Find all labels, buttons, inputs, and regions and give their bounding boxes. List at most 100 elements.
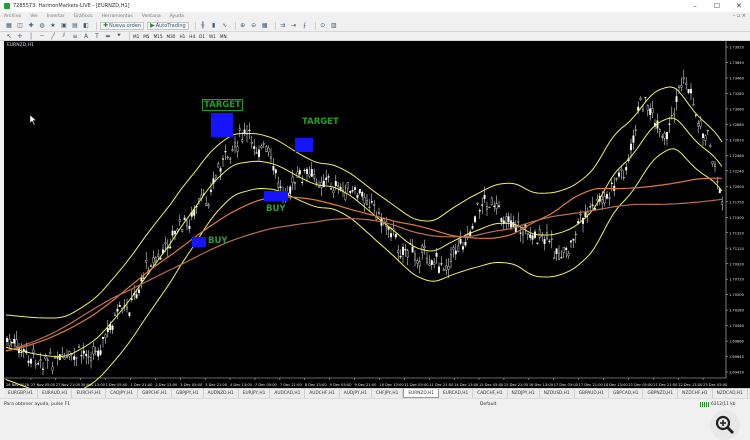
candle-body bbox=[630, 143, 632, 151]
menu-herramientas[interactable]: Herramientas bbox=[101, 14, 132, 19]
menu-graficos[interactable]: Gráficos bbox=[74, 14, 93, 19]
time-tick-label: 15 Dec 21:00 bbox=[504, 383, 529, 387]
menu-ayuda[interactable]: Ayuda bbox=[170, 14, 184, 19]
minimize-icon[interactable]: – bbox=[684, 0, 706, 12]
chart-window[interactable]: 1.73920 1.73640 1.73460 1.73280 1.73080 1.728… bbox=[4, 41, 750, 440]
chart-tab-gbpaud-h1[interactable]: GBPAUD,H1 bbox=[575, 389, 610, 398]
menu-ver[interactable]: Ver bbox=[30, 14, 38, 19]
strategy-tester-icon[interactable]: ▤ bbox=[71, 22, 79, 30]
price-chart[interactable]: 1.73920 1.73640 1.73460 1.73280 1.73080 1.728… bbox=[4, 41, 750, 388]
chart-tab-eurgbp-h1[interactable]: EURGBP,H1 bbox=[4, 389, 39, 398]
shapes-dropdown-icon[interactable]: ⯆ bbox=[115, 32, 123, 40]
chart-tab-nzdusd-h1[interactable]: NZDUSD,H1 bbox=[540, 389, 575, 398]
candle-body bbox=[625, 167, 628, 171]
chart-tab-gbpchf-h1[interactable]: GBPCHF,H1 bbox=[138, 389, 172, 398]
candle-body bbox=[178, 219, 181, 222]
chart-tab-gbpnzd-h1[interactable]: GBPNZD,H1 bbox=[643, 389, 679, 398]
line-chart-icon[interactable]: ∿ bbox=[221, 22, 229, 30]
data-window-icon[interactable]: ◍ bbox=[38, 22, 46, 30]
text-tool-icon[interactable]: A bbox=[82, 32, 90, 40]
timeframe-m5[interactable]: M5 bbox=[143, 34, 149, 39]
new-order-button[interactable]: ✚ Nueva orden bbox=[100, 21, 145, 30]
candle-body bbox=[54, 357, 56, 359]
price-tick-label: 1.71750 bbox=[729, 200, 745, 204]
candle-body bbox=[711, 161, 714, 164]
timeframe-m1[interactable]: M1 bbox=[133, 34, 139, 39]
candle-body bbox=[428, 263, 431, 266]
candle-body bbox=[394, 233, 397, 238]
candle-body bbox=[601, 199, 604, 204]
timeframe-h1[interactable]: H1 bbox=[179, 34, 185, 39]
chart-tab-audcad-h1[interactable]: AUDCAD,H1 bbox=[270, 389, 306, 398]
maximize-icon[interactable]: ☐ bbox=[706, 0, 728, 12]
candle-body bbox=[82, 350, 85, 354]
chart-tab-audjpy-h1[interactable]: AUDJPY,H1 bbox=[340, 389, 372, 398]
chart-tab-eurchf-h1[interactable]: EURCHF,H1 bbox=[72, 389, 107, 398]
chart-tab-chfjpy-h1[interactable]: CHFJPY,H1 bbox=[372, 389, 404, 398]
chart-tab-audchf-h1[interactable]: AUDCHF,H1 bbox=[305, 389, 340, 398]
timeframe-m15[interactable]: M15 bbox=[154, 34, 163, 39]
timeframe-d1[interactable]: D1 bbox=[199, 34, 205, 39]
zoom-out-icon[interactable]: ⊖ bbox=[250, 22, 258, 30]
arrows-icon[interactable]: ⬌ bbox=[104, 32, 112, 40]
candle-body bbox=[130, 298, 133, 300]
candle-body bbox=[80, 355, 83, 357]
menu-insertar[interactable]: Insertar bbox=[47, 14, 65, 19]
bar-chart-icon[interactable]: ╫ bbox=[199, 22, 207, 30]
candle-body bbox=[373, 204, 376, 206]
horizontal-line-icon[interactable]: ─ bbox=[38, 32, 46, 40]
signal-marker-3 bbox=[192, 237, 206, 247]
chart-shift-icon[interactable]: ⇥ bbox=[290, 22, 298, 30]
candle-body bbox=[579, 213, 582, 216]
cursor-icon[interactable]: ↖ bbox=[5, 32, 13, 40]
crosshair-icon[interactable]: ✛ bbox=[16, 32, 24, 40]
navigator-icon[interactable]: ★ bbox=[49, 22, 57, 30]
time-tick-label: 22 Dec 13:00 bbox=[678, 383, 703, 387]
menu-archivo[interactable]: Archivo bbox=[4, 14, 21, 19]
chart-tab-euraud-h1[interactable]: EURAUD,H1 bbox=[38, 389, 73, 398]
market-watch-icon[interactable]: ✚ bbox=[27, 22, 35, 30]
timeframe-w1[interactable]: W1 bbox=[209, 34, 216, 39]
chart-tab-gbpjpy-h1[interactable]: GBPJPY,H1 bbox=[172, 389, 204, 398]
candlesticks-icon[interactable]: ▮ bbox=[210, 22, 218, 30]
vertical-line-icon[interactable]: │ bbox=[27, 32, 35, 40]
chart-tab-eurcad-h1[interactable]: EURCAD,H1 bbox=[439, 389, 474, 398]
timeframe-m30[interactable]: M30 bbox=[167, 34, 176, 39]
profiles-icon[interactable]: ◫ bbox=[16, 22, 24, 30]
magnifier-zoom-icon[interactable] bbox=[710, 410, 740, 440]
trendline-icon[interactable]: ╱ bbox=[49, 32, 57, 40]
fibonacci-icon[interactable]: ≡ bbox=[71, 32, 79, 40]
channel-icon[interactable]: ⫽ bbox=[60, 32, 68, 40]
close-icon[interactable]: ✕ bbox=[728, 0, 750, 12]
chart-tab-eurnzd-h1[interactable]: EURNZD,H1 bbox=[403, 389, 440, 398]
chart-tab-gbpcad-h1[interactable]: GBPCAD,H1 bbox=[609, 389, 644, 398]
auto-scroll-icon[interactable]: ⇉ bbox=[279, 22, 287, 30]
mdi-window-controls[interactable]: – ▫ × bbox=[733, 13, 746, 19]
chart-tab-cadchf-h1[interactable]: CADCHF,H1 bbox=[473, 389, 508, 398]
terminal-icon[interactable]: ▣ bbox=[60, 22, 68, 30]
templates-icon[interactable]: ▥ bbox=[330, 22, 338, 30]
meta-editor-icon[interactable]: ◧ bbox=[82, 22, 90, 30]
timeframe-mn[interactable]: MN bbox=[220, 34, 227, 39]
chart-tab-eurjpy-h1[interactable]: EURJPY,H1 bbox=[239, 389, 271, 398]
chart-tab-audnzd-h1[interactable]: AUDNZD,H1 bbox=[204, 389, 239, 398]
periods-icon[interactable]: ⊙ bbox=[319, 22, 327, 30]
chart-tab-nzdchf-h1[interactable]: NZDCHF,H1 bbox=[678, 389, 713, 398]
candle-body bbox=[490, 197, 493, 205]
zoom-in-icon[interactable]: ⊕ bbox=[239, 22, 247, 30]
menu-ventana[interactable]: Ventana bbox=[142, 14, 161, 19]
text-label-icon[interactable]: T bbox=[93, 32, 101, 40]
candle-body bbox=[37, 363, 40, 365]
chart-tab-nzdcad-h1[interactable]: NZDCAD,H1 bbox=[713, 389, 748, 398]
tile-windows-icon[interactable]: ▦ bbox=[261, 22, 269, 30]
candle-body bbox=[493, 205, 496, 207]
autotrading-button[interactable]: ▶ AutoTrading bbox=[147, 21, 189, 30]
timeframe-h4[interactable]: H4 bbox=[189, 34, 195, 39]
time-tick-label: 1 Dec 21:00 bbox=[130, 383, 153, 387]
candle-body bbox=[414, 253, 416, 261]
chart-tab-cadjpy-h1[interactable]: CADJPY,H1 bbox=[106, 389, 139, 398]
indicators-icon[interactable]: ⨍ bbox=[301, 22, 309, 30]
chart-tab-nzdjpy-h1[interactable]: NZDJPY,H1 bbox=[508, 389, 540, 398]
connection-status: 6312/11 kb bbox=[700, 401, 735, 407]
new-chart-icon[interactable]: ▦ bbox=[5, 22, 13, 30]
